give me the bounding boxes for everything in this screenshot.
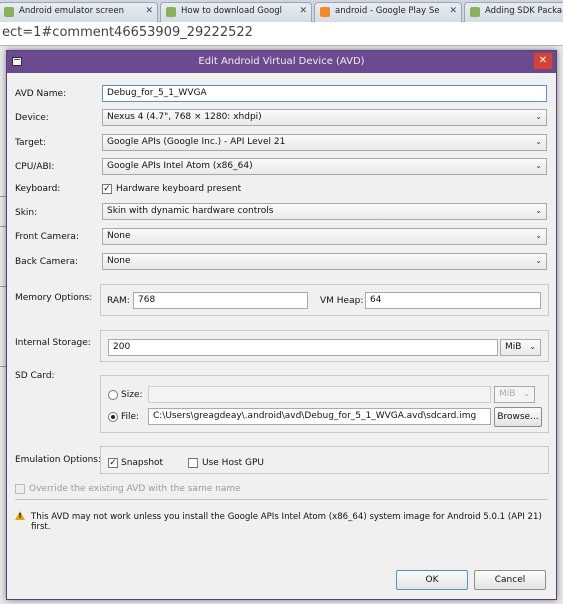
sd-card-size-input[interactable] — [148, 386, 491, 403]
browser-tab-title: android - Google Play Se — [335, 6, 440, 16]
cancel-button[interactable]: Cancel — [474, 570, 546, 590]
vm-heap-input[interactable]: 64 — [365, 292, 541, 309]
warning-icon — [15, 511, 25, 520]
vm-heap-label: VM Heap: — [320, 296, 364, 306]
override-avd-label: Override the existing AVD with the same … — [29, 484, 241, 494]
chevron-down-icon: ⌄ — [535, 206, 542, 215]
internal-storage-unit-select[interactable]: MiB ⌄ — [500, 339, 541, 356]
hardware-keyboard-checkbox[interactable]: ✓ — [102, 184, 112, 194]
skin-label: Skin: — [15, 208, 38, 218]
ram-value: 768 — [138, 295, 156, 305]
browser-tab-android-emulator[interactable]: Android emulator screen ✕ — [0, 2, 158, 22]
chevron-down-icon: ⌄ — [535, 231, 542, 240]
browser-tab-title: How to download Googl — [181, 6, 283, 16]
close-button[interactable]: ✕ — [534, 53, 552, 69]
close-tab-icon[interactable]: ✕ — [299, 6, 307, 16]
stackoverflow-favicon-icon — [4, 7, 14, 17]
sd-card-file-input[interactable]: C:\Users\greagdeay\.android\avd\Debug_fo… — [148, 408, 491, 425]
separator — [15, 499, 548, 500]
ram-input[interactable]: 768 — [133, 292, 308, 309]
snapshot-label: Snapshot — [121, 458, 164, 468]
front-camera-select-value: None — [107, 231, 131, 241]
browser-tab-title: Adding SDK Packa — [485, 6, 563, 16]
device-label: Device: — [15, 113, 49, 123]
use-host-gpu-checkbox[interactable] — [188, 458, 198, 468]
address-bar-url: ect=1#comment46653909_29222522 — [2, 25, 253, 40]
chevron-down-icon: ⌄ — [535, 256, 542, 265]
hardware-keyboard-label: Hardware keyboard present — [116, 184, 242, 194]
sd-card-size-radio[interactable] — [108, 390, 118, 400]
chevron-down-icon: ⌄ — [535, 161, 542, 170]
sd-card-size-label: Size: — [121, 390, 143, 400]
chevron-down-icon: ⌄ — [529, 342, 536, 351]
cpu-abi-select[interactable]: Google APIs Intel Atom (x86_64) ⌄ — [102, 158, 547, 175]
address-bar[interactable]: ect=1#comment46653909_29222522 — [0, 22, 563, 46]
device-select-value: Nexus 4 (4.7", 768 × 1280: xhdpi) — [107, 112, 262, 122]
keyboard-label: Keyboard: — [15, 184, 61, 194]
avd-name-input[interactable]: Debug_for_5_1_WVGA — [102, 85, 547, 102]
ram-label: RAM: — [107, 296, 130, 306]
cpu-abi-label: CPU/ABI: — [15, 162, 55, 172]
internal-storage-label: Internal Storage: — [15, 338, 91, 348]
sd-card-file-value: C:\Users\greagdeay\.android\avd\Debug_fo… — [153, 411, 477, 421]
override-avd-checkbox[interactable] — [15, 484, 25, 494]
cpu-abi-select-value: Google APIs Intel Atom (x86_64) — [107, 161, 253, 171]
sd-card-file-radio[interactable] — [108, 412, 118, 422]
browser-tab-title: Android emulator screen — [19, 6, 125, 16]
stackoverflow-favicon-icon — [320, 7, 330, 17]
emulation-options-group — [100, 446, 549, 474]
sd-card-size-unit-select[interactable]: MiB ⌄ — [494, 386, 535, 403]
edit-avd-dialog: Edit Android Virtual Device (AVD) ✕ AVD … — [6, 50, 557, 600]
browser-tab-google-play[interactable]: android - Google Play Se ✕ — [314, 2, 462, 22]
sd-card-file-label: File: — [121, 412, 140, 422]
front-camera-label: Front Camera: — [15, 232, 79, 242]
skin-select[interactable]: Skin with dynamic hardware controls ⌄ — [102, 203, 547, 220]
chevron-down-icon: ⌄ — [535, 137, 542, 146]
ok-button[interactable]: OK — [396, 570, 468, 590]
back-camera-select[interactable]: None ⌄ — [102, 253, 547, 270]
internal-storage-value: 200 — [113, 342, 131, 352]
snapshot-checkbox[interactable]: ✓ — [108, 458, 118, 468]
android-favicon-icon — [470, 7, 480, 17]
device-select[interactable]: Nexus 4 (4.7", 768 × 1280: xhdpi) ⌄ — [102, 109, 547, 126]
target-select-value: Google APIs (Google Inc.) - API Level 21 — [107, 137, 286, 147]
browser-tab-adding-sdk[interactable]: Adding SDK Packa — [464, 2, 563, 22]
back-camera-label: Back Camera: — [15, 257, 79, 267]
browser-tab-download-google[interactable]: How to download Googl ✕ — [160, 2, 312, 22]
sd-card-size-unit-value: MiB — [499, 389, 516, 399]
browse-button[interactable]: Browse... — [494, 407, 542, 427]
chevron-down-icon: ⌄ — [535, 112, 542, 121]
memory-options-label: Memory Options: — [15, 293, 93, 303]
back-camera-select-value: None — [107, 256, 131, 266]
skin-select-value: Skin with dynamic hardware controls — [107, 206, 274, 216]
target-select[interactable]: Google APIs (Google Inc.) - API Level 21… — [102, 134, 547, 151]
emulation-options-label: Emulation Options: — [15, 455, 102, 465]
internal-storage-input[interactable]: 200 — [108, 339, 498, 356]
avd-name-value: Debug_for_5_1_WVGA — [107, 88, 207, 98]
sd-card-label: SD Card: — [15, 371, 55, 381]
chevron-down-icon: ⌄ — [523, 389, 530, 398]
dialog-titlebar[interactable]: Edit Android Virtual Device (AVD) ✕ — [7, 51, 556, 73]
vm-heap-value: 64 — [370, 295, 382, 305]
close-tab-icon[interactable]: ✕ — [449, 6, 457, 16]
dialog-title: Edit Android Virtual Device (AVD) — [198, 56, 365, 67]
internal-storage-unit-value: MiB — [505, 342, 522, 352]
use-host-gpu-label: Use Host GPU — [202, 458, 265, 468]
target-label: Target: — [15, 138, 46, 148]
page-favicon-icon — [166, 7, 176, 17]
avd-name-label: AVD Name: — [15, 89, 67, 99]
warning-message: This AVD may not work unless you install… — [31, 512, 542, 532]
front-camera-select[interactable]: None ⌄ — [102, 228, 547, 245]
close-tab-icon[interactable]: ✕ — [145, 6, 153, 16]
browser-tab-strip: Android emulator screen ✕ How to downloa… — [0, 0, 563, 22]
